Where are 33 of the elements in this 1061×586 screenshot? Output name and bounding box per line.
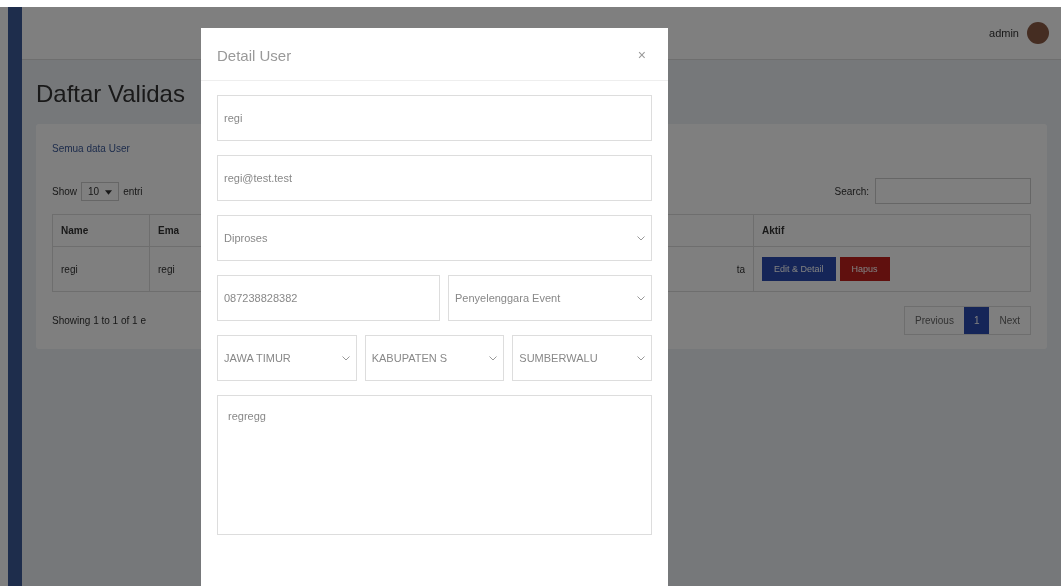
chevron-icon (637, 355, 645, 361)
table-info: Showing 1 to 1 of 1 e (52, 315, 146, 326)
avatar-icon[interactable] (1027, 22, 1049, 44)
show-label: Show (52, 185, 77, 197)
delete-button[interactable]: Hapus (839, 257, 890, 281)
entries-select[interactable]: 10 (81, 181, 120, 201)
region-select[interactable]: JAWA TIMUR (217, 335, 357, 381)
close-button[interactable]: × (631, 46, 652, 64)
input-field[interactable]: 087238828382 (217, 275, 440, 321)
chevron-icon (637, 235, 645, 241)
status-select[interactable]: Diproses (217, 215, 652, 261)
input-field[interactable]: regi (217, 95, 652, 141)
table-cell: regi (52, 246, 150, 292)
chevron-icon (637, 295, 645, 301)
page-link[interactable]: 1 (963, 307, 990, 334)
search-label: Search: (834, 185, 869, 197)
role-select[interactable]: Penyelenggara Event (448, 275, 652, 321)
column-header[interactable]: Name (52, 214, 150, 247)
region-select[interactable]: KABUPATEN S (364, 335, 505, 381)
address-field[interactable]: regregg (217, 395, 652, 535)
username[interactable]: admin (989, 27, 1019, 39)
page-title: Daftar Validas (36, 80, 186, 108)
caret-icon (105, 189, 113, 195)
entries-label: entri (123, 185, 143, 197)
chevron-icon (341, 355, 350, 361)
input-field[interactable]: regi@test.test (217, 155, 652, 201)
chevron-icon (489, 355, 498, 361)
column-header[interactable]: Aktif (753, 214, 1031, 247)
modal-title: Detail User (217, 46, 292, 64)
search-field[interactable] (875, 178, 1031, 204)
card-tab[interactable]: Semua data User (52, 143, 130, 154)
edit-button[interactable]: Edit & Detail (762, 257, 836, 281)
region-select[interactable]: SUMBERWALU (512, 335, 652, 381)
